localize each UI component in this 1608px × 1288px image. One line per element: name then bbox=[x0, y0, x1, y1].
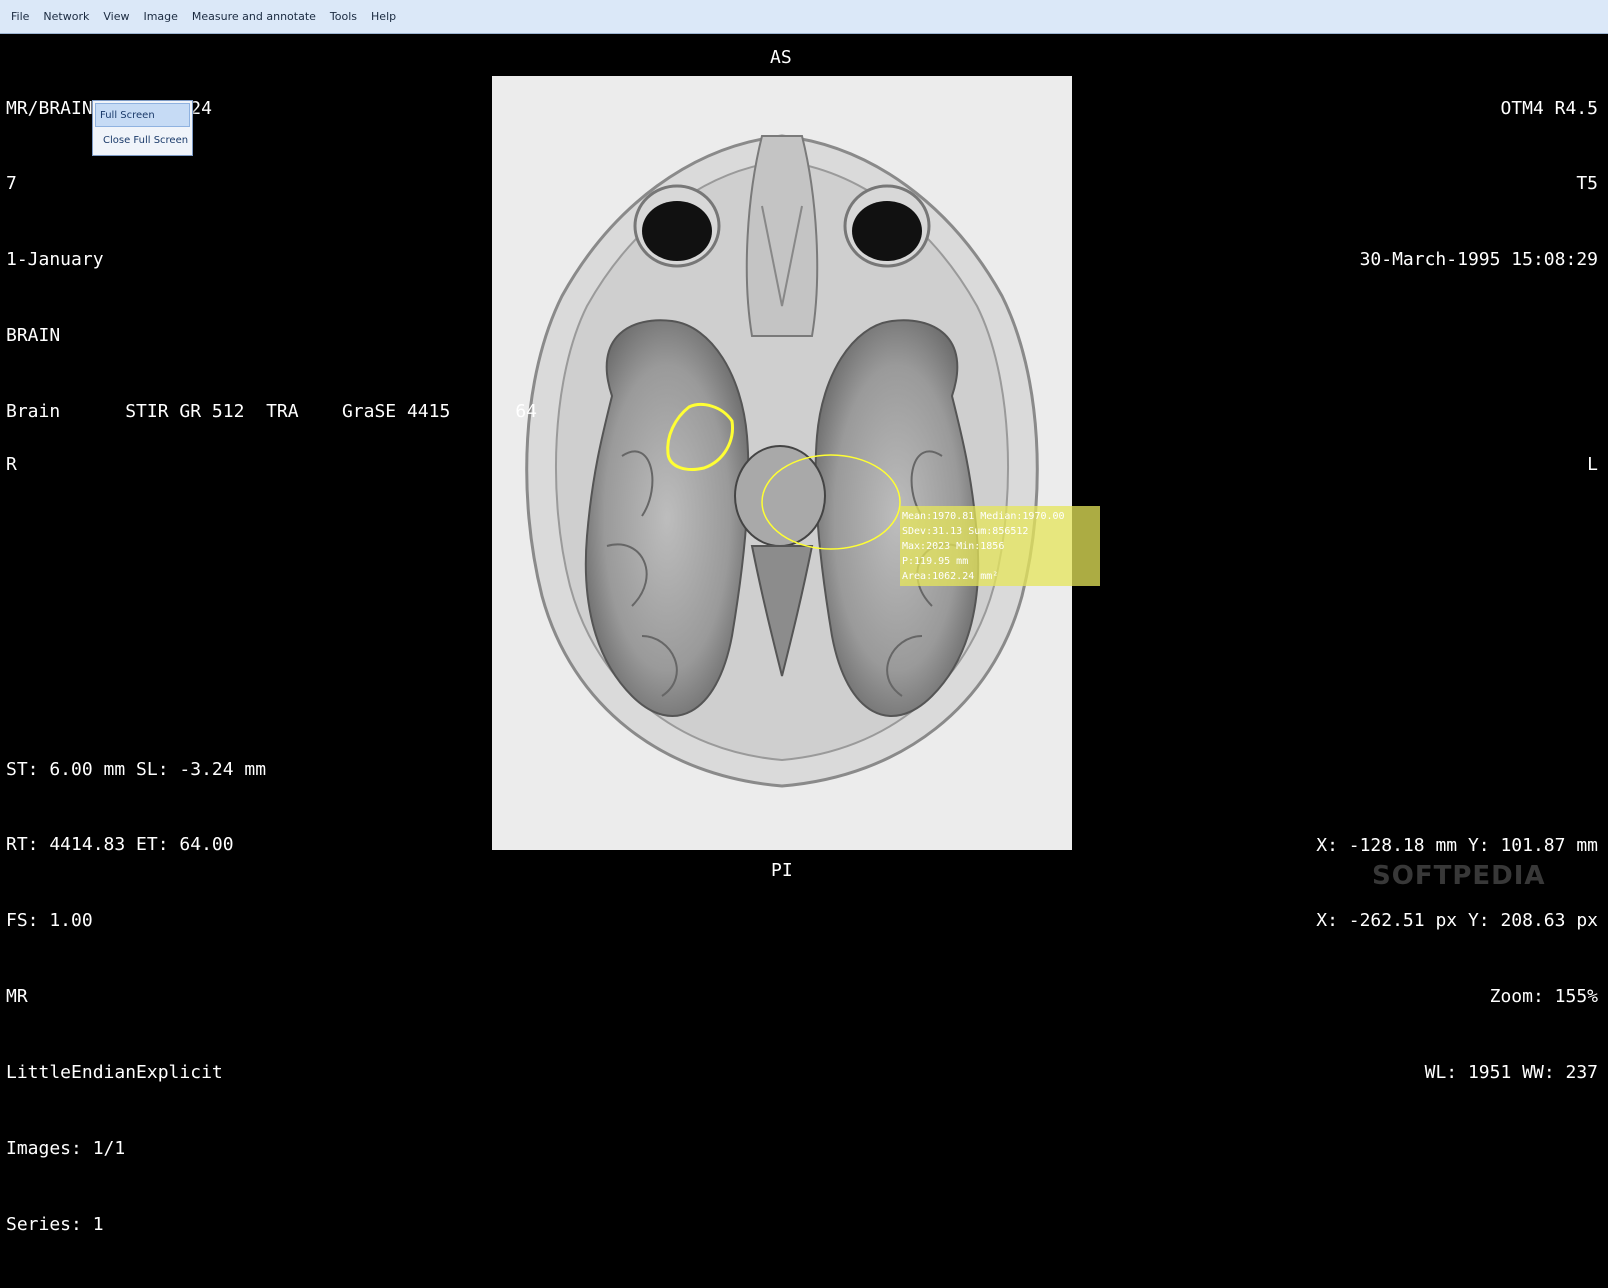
body-part: BRAIN bbox=[6, 325, 61, 347]
overlay-bottom-right: X: -128.18 mm Y: 101.87 mm X: -262.51 px… bbox=[1316, 782, 1598, 1136]
orientation-left: R bbox=[6, 454, 17, 475]
brain-scan-graphic bbox=[492, 76, 1072, 850]
orientation-right: L bbox=[1587, 454, 1598, 475]
modality: MR bbox=[6, 986, 28, 1008]
menu-view[interactable]: View bbox=[96, 6, 136, 28]
image-viewer[interactable]: MR/BRAIN/GRASE/1024 7 1-January BRAIN Br… bbox=[0, 35, 1608, 1235]
instance-number: 7 bbox=[6, 173, 17, 195]
study-description: MR/BRAIN/GRASE/1024 bbox=[6, 96, 537, 121]
zoom-level: Zoom: 155% bbox=[1489, 986, 1598, 1008]
menu-network[interactable]: Network bbox=[36, 6, 96, 28]
roi-max-min: Max:2023 Min:1856 bbox=[902, 541, 1005, 552]
series-description: Brain STIR GR 512 TRA GraSE 4415 64 bbox=[6, 401, 538, 423]
overlay-top-left: MR/BRAIN/GRASE/1024 7 1-January BRAIN Br… bbox=[6, 45, 537, 475]
menu-bar: File Network View Image Measure and anno… bbox=[0, 0, 1608, 34]
roi-perimeter: P:119.95 mm bbox=[902, 556, 969, 567]
cursor-mm: X: -128.18 mm Y: 101.87 mm bbox=[1316, 834, 1598, 856]
menu-image[interactable]: Image bbox=[136, 6, 184, 28]
study-date: 1-January bbox=[6, 249, 104, 271]
roi-sdev-sum: SDev:31.13 Sum:856512 bbox=[902, 526, 1029, 537]
menu-file[interactable]: File bbox=[4, 6, 36, 28]
cursor-px: X: -262.51 px Y: 208.63 px bbox=[1316, 910, 1598, 932]
context-menu: Full Screen Close Full Screen bbox=[92, 100, 193, 156]
context-item-full-screen[interactable]: Full Screen bbox=[95, 103, 190, 127]
menu-help[interactable]: Help bbox=[364, 6, 403, 28]
mri-image[interactable] bbox=[492, 76, 1072, 850]
acquisition-datetime: 30-March-1995 15:08:29 bbox=[1359, 249, 1598, 271]
institution: OTM4 R4.5 bbox=[1500, 97, 1598, 119]
image-count: Images: 1/1 bbox=[6, 1138, 126, 1160]
repetition-echo-time: RT: 4414.83 ET: 64.00 bbox=[6, 834, 234, 856]
slice-thickness: ST: 6.00 mm SL: -3.24 mm bbox=[6, 758, 267, 780]
overlay-top-right: OTM4 R4.5 T5 30-March-1995 15:08:29 bbox=[1360, 45, 1598, 323]
roi-mean-median: Mean:1970.81 Median:1970.00 bbox=[902, 511, 1065, 522]
watermark: SOFTPEDIA bbox=[1372, 861, 1546, 891]
roi-stats-label[interactable]: Mean:1970.81 Median:1970.00 SDev:31.13 S… bbox=[900, 506, 1100, 586]
menu-measure-and-annotate[interactable]: Measure and annotate bbox=[185, 6, 323, 28]
context-item-close-full-screen[interactable]: Close Full Screen bbox=[95, 129, 190, 153]
field-strength: FS: 1.00 bbox=[6, 910, 93, 932]
window-level: WL: 1951 WW: 237 bbox=[1424, 1062, 1598, 1084]
orientation-bottom: PI bbox=[771, 860, 793, 881]
orientation-top: AS bbox=[770, 47, 792, 68]
overlay-bottom-left: ST: 6.00 mm SL: -3.24 mm RT: 4414.83 ET:… bbox=[6, 706, 266, 1288]
roi-area: Area:1062.24 mm² bbox=[902, 571, 999, 582]
transfer-syntax: LittleEndianExplicit bbox=[6, 1062, 223, 1084]
menu-tools[interactable]: Tools bbox=[323, 6, 364, 28]
series-number: Series: 1 bbox=[6, 1213, 104, 1235]
protocol: T5 bbox=[1576, 173, 1598, 195]
